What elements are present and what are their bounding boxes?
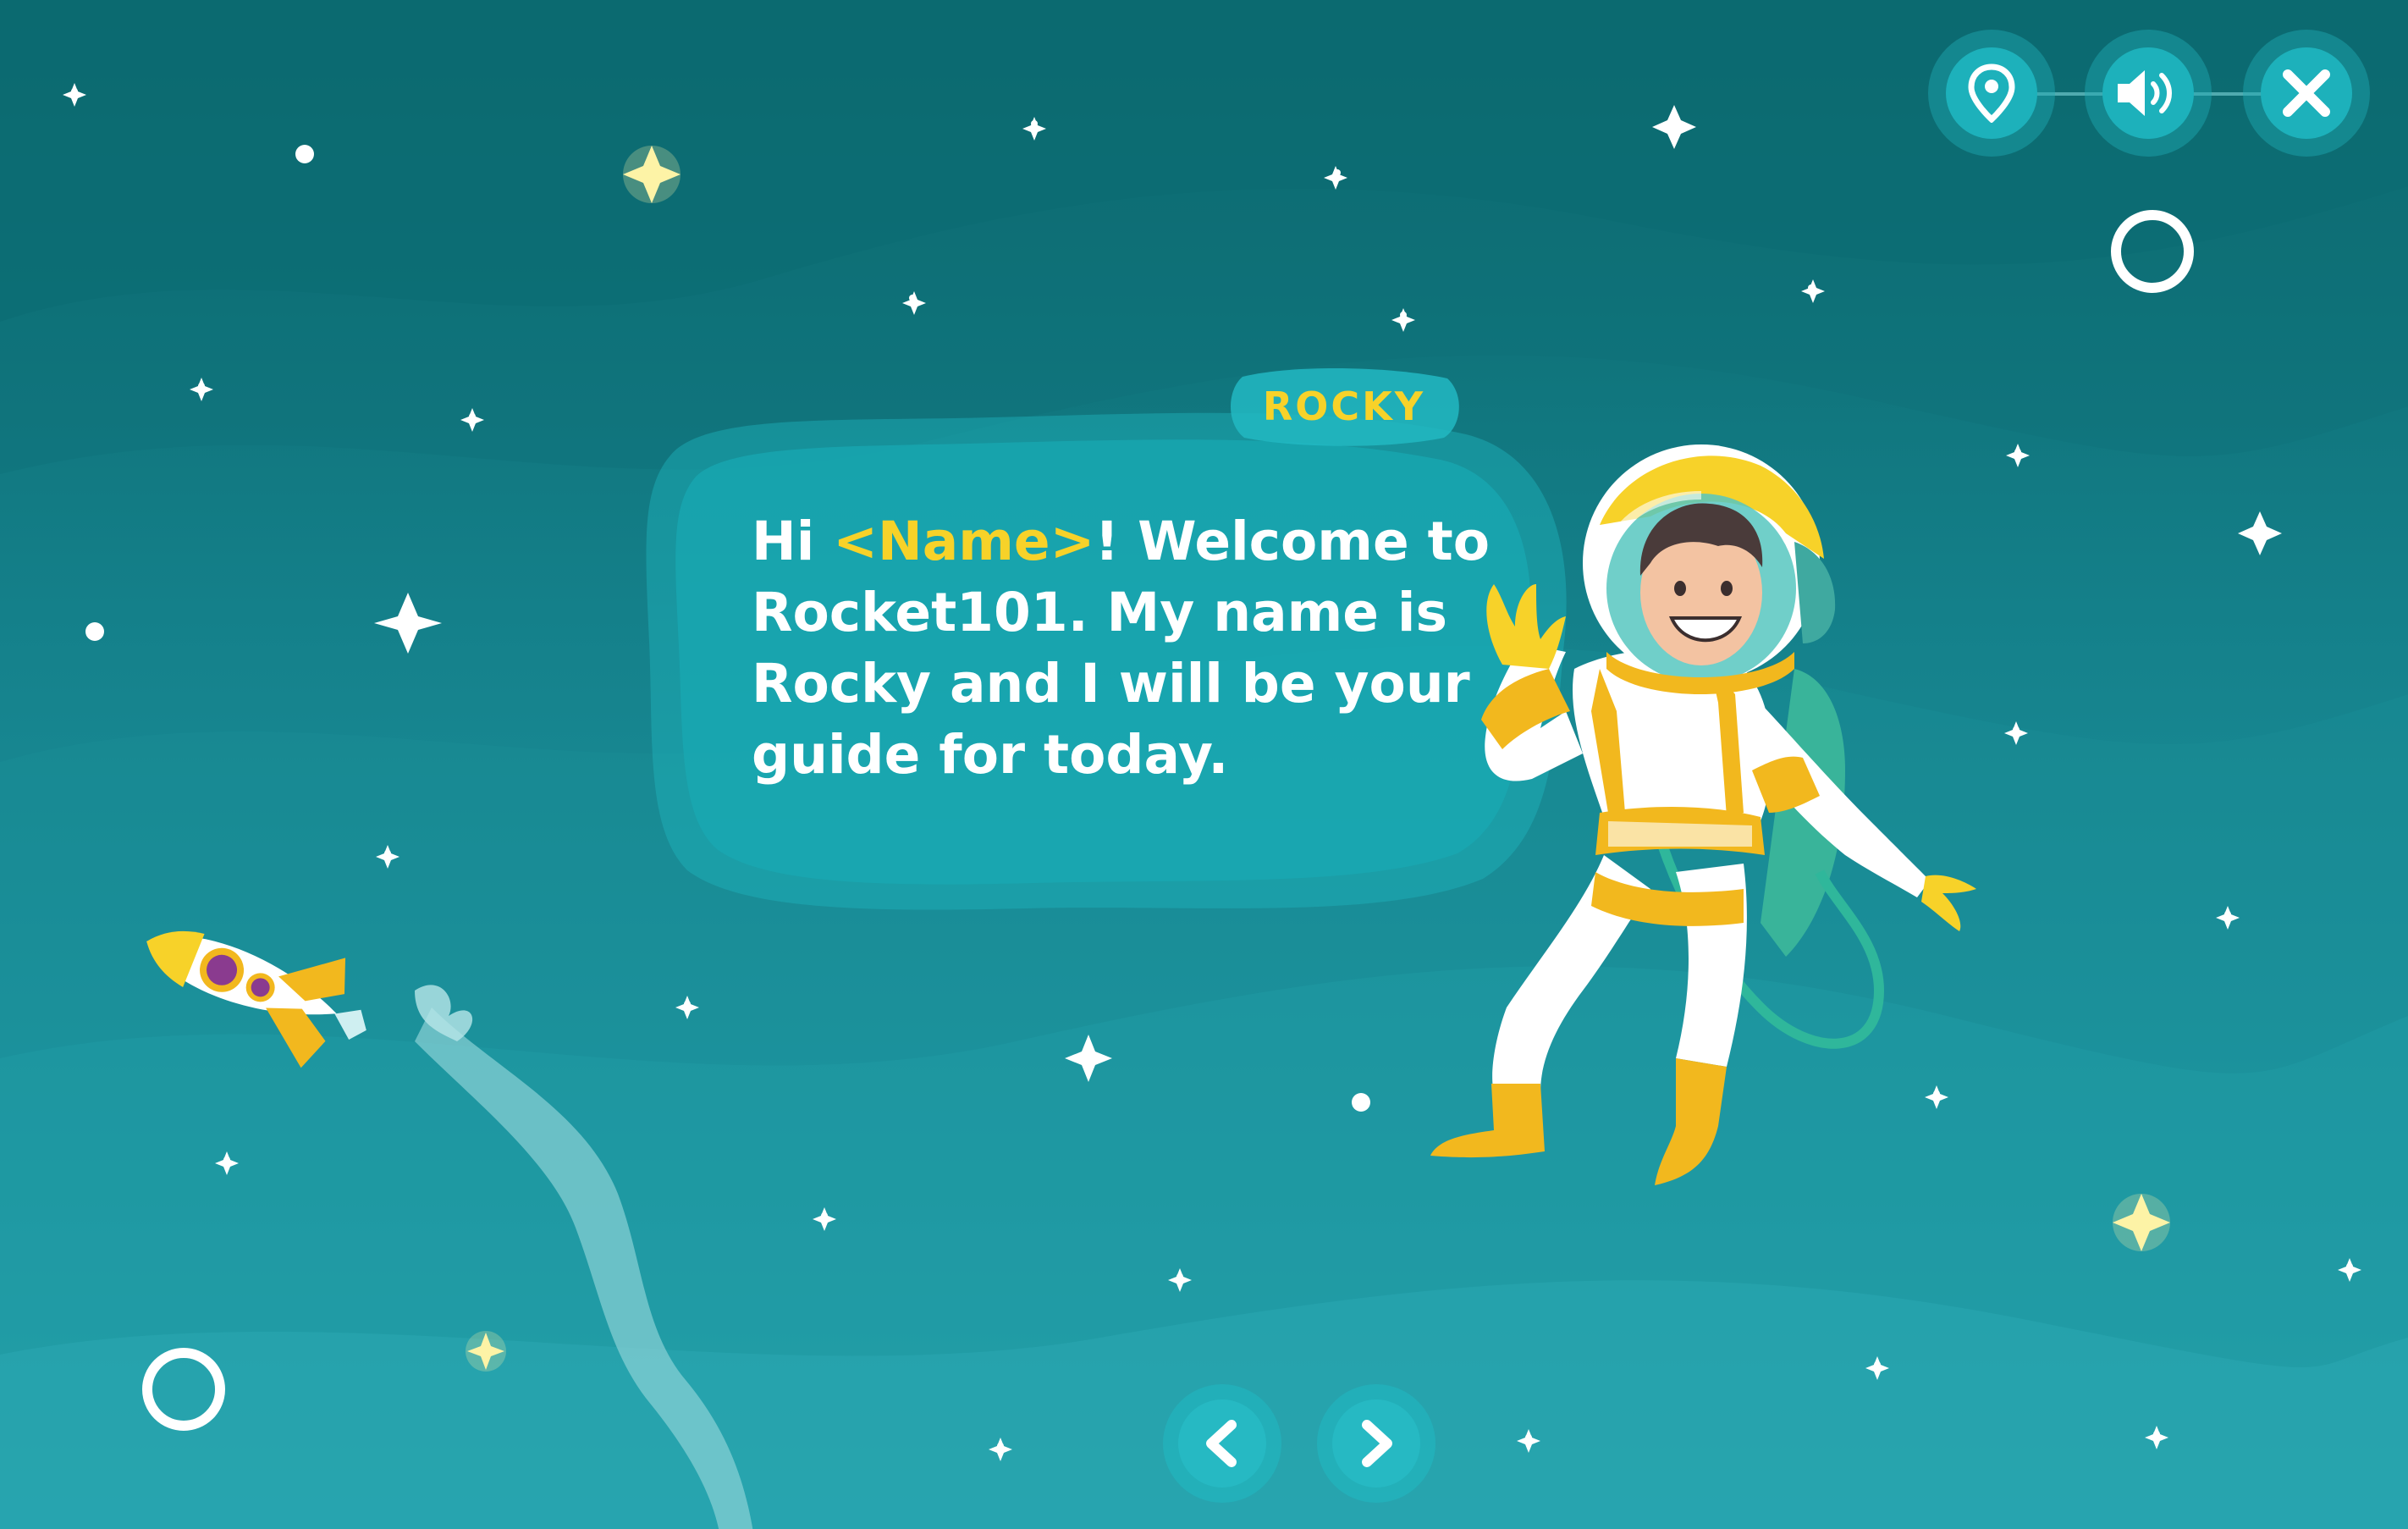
location-button-face[interactable] — [1946, 47, 2037, 139]
close-x-icon — [2283, 69, 2330, 117]
next-button-face[interactable] — [1332, 1399, 1420, 1488]
chevron-right-icon — [1362, 1420, 1392, 1467]
dialog-line-2: Rocket101. My name is — [752, 582, 1448, 643]
next-button[interactable] — [1317, 1384, 1435, 1503]
dialog-text: Hi <Name>! Welcome to Rocket101. My name… — [752, 506, 1513, 791]
location-button[interactable] — [1928, 30, 2055, 157]
previous-button[interactable] — [1163, 1384, 1281, 1503]
previous-button-face[interactable] — [1178, 1399, 1266, 1488]
map-pin-icon — [1968, 63, 2015, 123]
sound-button-face[interactable] — [2102, 47, 2194, 139]
rocket-illustration — [146, 930, 366, 1068]
greeting-prefix: Hi — [752, 511, 834, 572]
game-scene: ROCKY Hi <Name>! Welcome to Rocket101. M… — [0, 0, 2408, 1529]
dialog-line-3: Rocky and I will be your — [752, 653, 1470, 715]
rocket-exhaust-trail — [415, 985, 753, 1529]
ring-decoration — [142, 1348, 225, 1431]
close-button-face[interactable] — [2261, 47, 2352, 139]
chevron-left-icon — [1206, 1420, 1237, 1467]
dialog-line-4: guide for today. — [752, 724, 1229, 786]
speaker-volume-icon — [2118, 70, 2172, 116]
sound-button[interactable] — [2085, 30, 2212, 157]
astronaut-character — [1430, 444, 1976, 1185]
ring-decoration — [2111, 210, 2194, 293]
player-name-placeholder: <Name> — [833, 511, 1095, 572]
close-button[interactable] — [2243, 30, 2370, 157]
dialog-line-1: Hi <Name>! Welcome to — [752, 506, 1513, 577]
